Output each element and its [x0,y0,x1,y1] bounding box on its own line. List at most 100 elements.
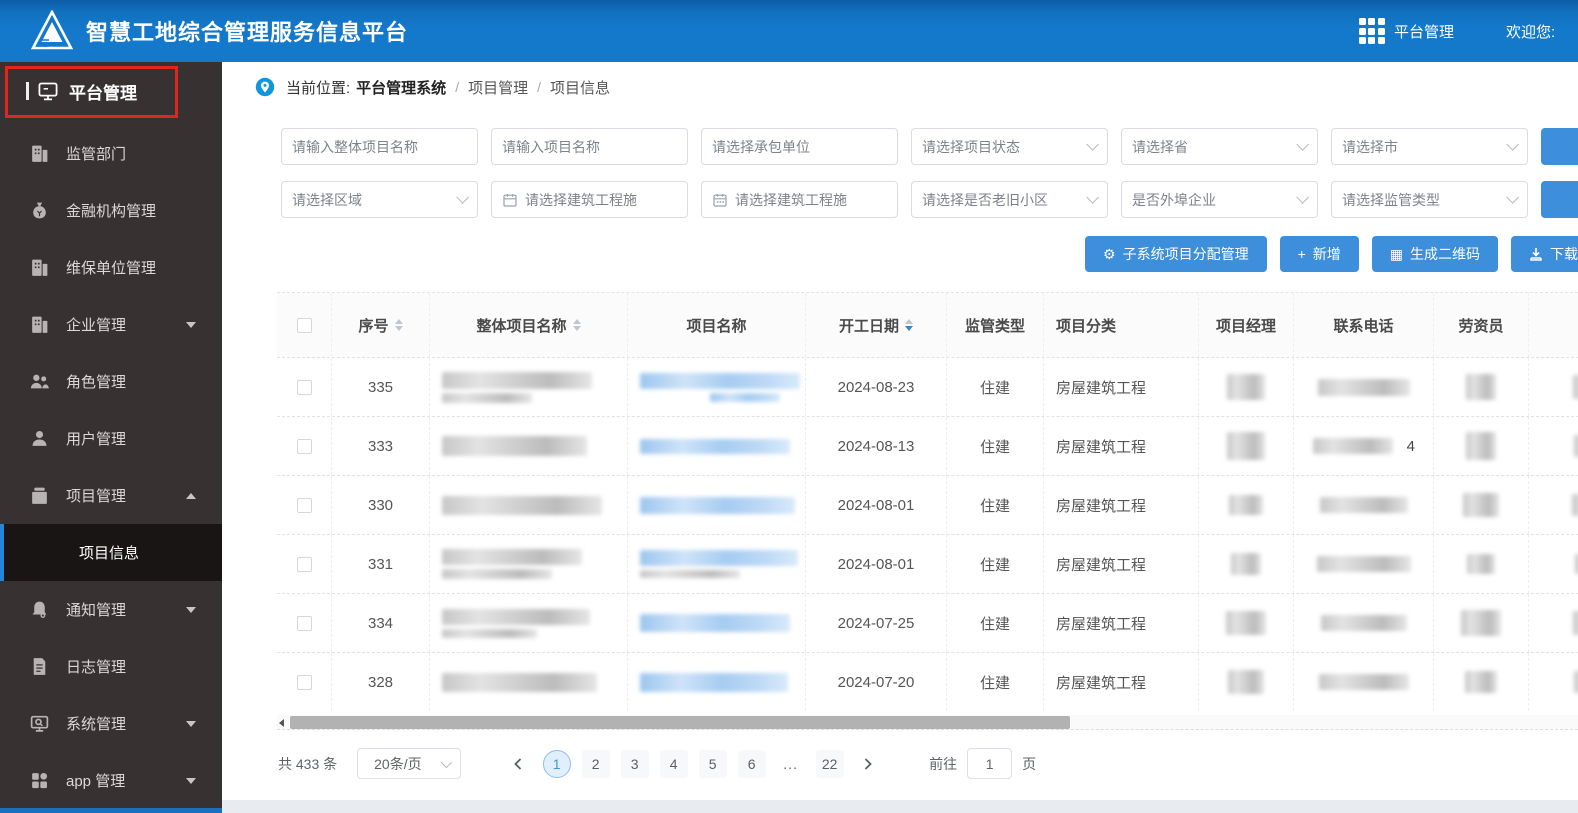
breadcrumb-root[interactable]: 平台管理系统 [356,77,446,98]
users-icon [29,371,50,392]
redacted-project-name-link[interactable] [628,653,806,711]
overall-project-name-input[interactable]: 请输入整体项目名称 [281,128,478,165]
redacted-overall-name [430,358,628,416]
pagination: 共 433 条 20条/页 1 2 3 4 5 6 ... 22 前往 页 [278,748,1036,779]
redacted-project-name-link[interactable] [628,535,806,593]
project-status-select[interactable]: 请选择项目状态 [911,128,1108,165]
select-all-checkbox[interactable] [296,317,312,333]
goto-page-input[interactable] [967,748,1013,779]
sidebar-item-roles[interactable]: 角色管理 [0,353,222,410]
sidebar-item-enterprise[interactable]: 企业管理 [0,296,222,353]
page-button[interactable]: 5 [698,749,727,778]
page-button-current[interactable]: 1 [542,749,571,778]
row-checkbox[interactable] [296,497,312,513]
apps-grid-icon[interactable] [1358,18,1385,44]
city-select[interactable]: 请选择市 [1331,128,1528,165]
row-checkbox[interactable] [296,674,312,690]
grid-icon [29,770,50,791]
scrollbar-thumb[interactable] [290,716,1070,729]
redacted-cell [1529,358,1578,416]
sidebar: 平台管理 监管部门 金融机构管理 维保单位管理 企业管理 角色管理 用户管理 项… [0,62,222,813]
chevron-down-icon [186,606,196,613]
page-size-select[interactable]: 20条/页 [357,748,462,779]
sidebar-item-label: 系统管理 [66,716,127,733]
sidebar-item-app[interactable]: app 管理 [0,752,222,809]
construction-date-start-picker[interactable]: 请选择建筑工程施 [491,181,688,218]
redacted-manager [1199,358,1294,416]
sidebar-item-maintenance[interactable]: 维保单位管理 [0,239,222,296]
table-row[interactable]: 328 2024-07-20 住建 房屋建筑工程 [277,652,1578,711]
page-button[interactable]: 4 [659,749,688,778]
prev-page-button[interactable] [504,750,532,778]
download-button-cut[interactable]: 下载 [1511,236,1578,272]
supervision-type-cell: 住建 [947,476,1044,534]
page-button[interactable]: 22 [815,749,844,778]
construction-date-end-picker[interactable]: 请选择建筑工程施 [701,181,898,218]
goto-suffix: 页 [1022,755,1037,772]
generate-qrcode-button[interactable]: ▦ 生成二维码 [1371,236,1498,272]
redacted-project-name-link[interactable] [628,594,806,652]
horizontal-scrollbar[interactable] [277,715,1578,730]
project-name-input[interactable]: 请输入项目名称 [491,128,688,165]
sort-icon[interactable] [394,319,403,331]
sidebar-item-projects[interactable]: 项目管理 [0,467,222,524]
table-row[interactable]: 331 2024-08-01 住建 房屋建筑工程 [277,534,1578,593]
next-page-button[interactable] [854,750,882,778]
table-row[interactable]: 330 2024-08-01 住建 房屋建筑工程 [277,475,1578,534]
contractor-select[interactable]: 请选择承包单位 [701,128,898,165]
row-checkbox[interactable] [296,379,312,395]
redacted-project-name-link[interactable] [628,476,806,534]
qrcode-icon: ▦ [1389,245,1403,262]
topnav-platform-label[interactable]: 平台管理 [1394,21,1454,42]
redacted-project-name-link[interactable] [628,358,806,416]
chevron-down-icon [186,777,196,784]
page-button[interactable]: 6 [737,749,766,778]
breadcrumb-level1[interactable]: 项目管理 [468,77,528,98]
sidebar-item-notifications[interactable]: 通知管理 [0,581,222,638]
row-checkbox[interactable] [296,556,312,572]
col-start-date[interactable]: 开工日期 [806,293,947,357]
start-date-cell: 2024-08-13 [806,417,947,475]
sidebar-item-regulators[interactable]: 监管部门 [0,125,222,182]
redacted-project-name-link[interactable] [628,417,806,475]
table-row[interactable]: 334 2024-07-25 住建 房屋建筑工程 [277,593,1578,652]
filter-row-1: 请输入整体项目名称 请输入项目名称 请选择承包单位 请选择项目状态 请选择省 请… [281,128,1578,165]
sidebar-item-system[interactable]: 系统管理 [0,695,222,752]
sidebar-item-financial[interactable]: 金融机构管理 [0,182,222,239]
redacted-phone [1294,594,1434,652]
province-select[interactable]: 请选择省 [1121,128,1318,165]
region-select[interactable]: 请选择区域 [281,181,478,218]
col-labor-officer: 劳资员 [1434,293,1529,357]
sort-icon-active[interactable] [905,319,913,331]
add-button[interactable]: + 新增 [1279,236,1359,272]
sort-icon[interactable] [572,319,581,331]
table-row[interactable]: 333 2024-08-13 住建 房屋建筑工程 4 [277,416,1578,475]
old-community-select[interactable]: 请选择是否老旧小区 [911,181,1108,218]
redacted-labor-officer [1434,417,1529,475]
breadcrumb-level2[interactable]: 项目信息 [550,77,610,98]
redacted-phone: 4 [1294,417,1434,475]
sidebar-header[interactable]: 平台管理 [0,62,222,120]
col-overall-name[interactable]: 整体项目名称 [430,293,628,357]
sidebar-item-logs[interactable]: 日志管理 [0,638,222,695]
chevron-down-icon [1506,191,1519,204]
subsystem-assign-button[interactable]: ⚙ 子系统项目分配管理 [1085,236,1267,272]
row-checkbox[interactable] [296,615,312,631]
sidebar-item-label: 角色管理 [66,374,127,391]
row-checkbox[interactable] [296,438,312,454]
page-ellipsis[interactable]: ... [777,750,805,778]
page-button[interactable]: 2 [581,749,610,778]
col-cut: 联 [1529,293,1578,357]
supervision-type-select[interactable]: 请选择监管类型 [1331,181,1528,218]
reset-button-cut[interactable] [1541,181,1578,218]
sidebar-item-users[interactable]: 用户管理 [0,410,222,467]
external-enterprise-select[interactable]: 是否外埠企业 [1121,181,1318,218]
chevron-down-icon [1296,191,1309,204]
table-row[interactable]: 335 2024-08-23 住建 房屋建筑工程 [277,357,1578,416]
start-date-cell: 2024-08-23 [806,358,947,416]
page-button[interactable]: 3 [620,749,649,778]
redacted-manager [1199,535,1294,593]
col-seq[interactable]: 序号 [332,293,430,357]
search-button-cut[interactable] [1541,128,1578,165]
sidebar-subitem-project-info[interactable]: 项目信息 [0,524,222,581]
